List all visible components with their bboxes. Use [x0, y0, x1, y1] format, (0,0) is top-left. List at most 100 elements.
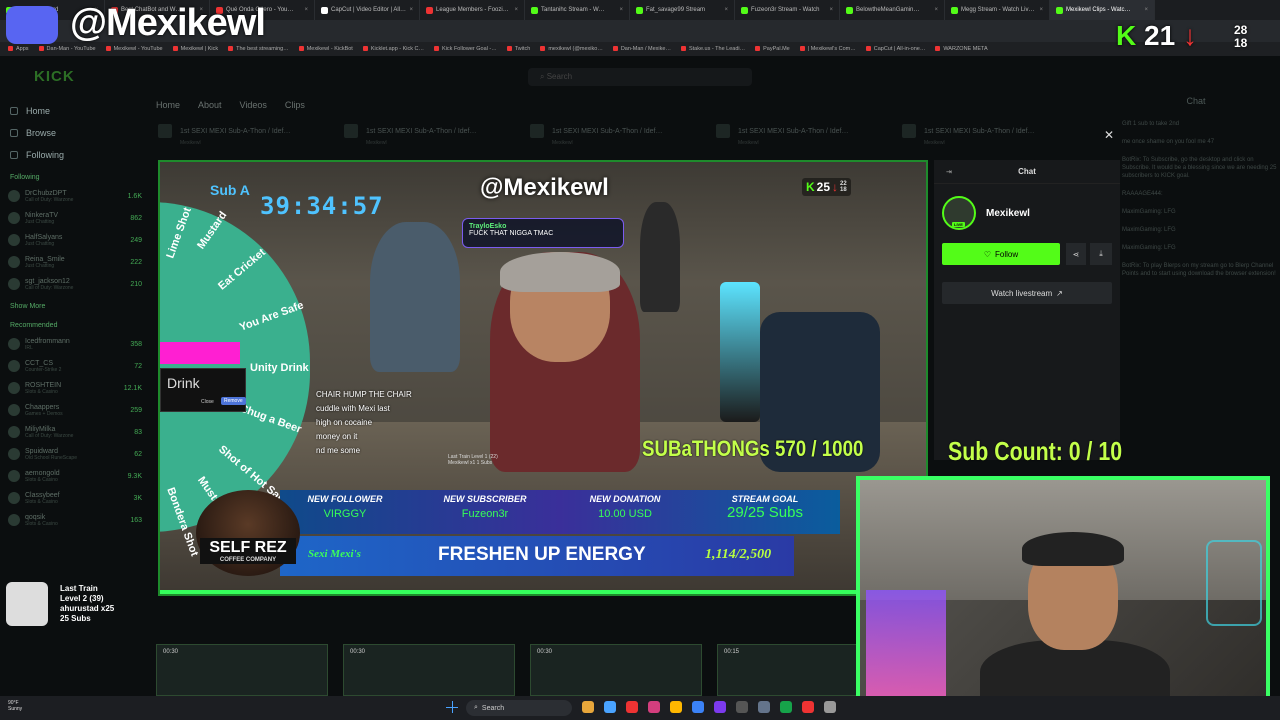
bookmark[interactable]: Kicklet.app - Kick C…: [363, 46, 424, 52]
video-title[interactable]: 1st SEXI MEXI Sub-A-Thon / Idef…: [738, 128, 849, 135]
video-card[interactable]: 1st SEXI MEXI Sub-A-Thon / Idef… Mexikewl: [902, 124, 1082, 160]
video-card[interactable]: 1st SEXI MEXI Sub-A-Thon / Idef… Mexikewl: [530, 124, 710, 160]
tab-home[interactable]: Home: [156, 100, 180, 110]
search-input[interactable]: ⌕ Search: [528, 68, 752, 86]
chrome-icon[interactable]: [692, 701, 704, 713]
close-icon[interactable]: ×: [409, 7, 413, 13]
channel-item[interactable]: DrChubzDPT Call of Duty: Warzone 1.6K: [0, 185, 150, 207]
video-title[interactable]: 1st SEXI MEXI Sub-A-Thon / Idef…: [552, 128, 663, 135]
app-icon[interactable]: [714, 701, 726, 713]
tab-clips[interactable]: Clips: [285, 100, 305, 110]
clip-thumbnail[interactable]: 00:30: [156, 644, 328, 696]
channel-item[interactable]: HalfSalyans Just Chatting 249: [0, 229, 150, 251]
bookmark[interactable]: Mexikewl - YouTube: [106, 46, 163, 52]
bookmark[interactable]: mexikewl (@mexiko…: [540, 46, 602, 52]
close-icon[interactable]: ×: [724, 7, 728, 13]
sidebar-item-following[interactable]: Following: [0, 144, 150, 166]
follow-button[interactable]: ♡ Follow: [942, 243, 1060, 265]
watch-livestream-button[interactable]: Watch livestream ↗: [942, 282, 1112, 304]
channel-item[interactable]: sgt_jackson12 Call of Duty: Warzone 210: [0, 273, 150, 295]
bookmark[interactable]: The best streaming…: [228, 46, 289, 52]
bookmark[interactable]: WARZONE META: [935, 46, 987, 52]
video-thumbnail[interactable]: [530, 124, 544, 138]
tab-videos[interactable]: Videos: [240, 100, 267, 110]
video-thumbnail[interactable]: [716, 124, 730, 138]
share-button[interactable]: ⋖: [1066, 243, 1086, 265]
channel-item[interactable]: qoqsik Slots & Casino 163: [0, 509, 150, 531]
app-icon[interactable]: [780, 701, 792, 713]
channel-item[interactable]: MiliyMilka Call of Duty: Warzone 83: [0, 421, 150, 443]
video-card[interactable]: 1st SEXI MEXI Sub-A-Thon / Idef… Mexikewl: [716, 124, 896, 160]
app-icon[interactable]: [824, 701, 836, 713]
kick-logo[interactable]: KICK: [34, 68, 75, 85]
video-title[interactable]: 1st SEXI MEXI Sub-A-Thon / Idef…: [180, 128, 291, 135]
browser-tab[interactable]: Megg Stream - Watch Liv… ×: [945, 0, 1050, 20]
download-button[interactable]: ⤓: [1090, 243, 1112, 265]
video-title[interactable]: 1st SEXI MEXI Sub-A-Thon / Idef…: [366, 128, 477, 135]
sidebar-item-home[interactable]: Home: [0, 100, 150, 122]
close-icon[interactable]: ✕: [1104, 128, 1114, 142]
channel-item[interactable]: NinkeraTV Just Chatting 862: [0, 207, 150, 229]
close-icon[interactable]: ×: [829, 7, 833, 13]
channel-item[interactable]: Icedfrommann IRL 358: [0, 333, 150, 355]
weather-widget[interactable]: 90°F Sunny: [8, 700, 22, 712]
channel-item[interactable]: Chaappers Games + Demos 259: [0, 399, 150, 421]
bookmark[interactable]: PayPal.Me: [755, 46, 790, 52]
video-thumbnail[interactable]: [902, 124, 916, 138]
music-icon[interactable]: [626, 701, 638, 713]
windows-start-icon[interactable]: [446, 701, 458, 713]
close-icon[interactable]: ×: [1144, 7, 1148, 13]
channel-item[interactable]: Spuidward Old School RuneScape 62: [0, 443, 150, 465]
clip-thumbnail[interactable]: 00:30: [530, 644, 702, 696]
app-icon[interactable]: [758, 701, 770, 713]
bookmark[interactable]: Dan-Man / Mexike…: [613, 46, 671, 52]
folder-icon[interactable]: [670, 701, 682, 713]
bookmark[interactable]: Dan-Man - YouTube: [39, 46, 96, 52]
drink-close-button[interactable]: Close: [201, 399, 214, 405]
bookmark[interactable]: Twitch: [507, 46, 531, 52]
clip-thumbnail[interactable]: 00:30: [343, 644, 515, 696]
close-icon[interactable]: ×: [619, 7, 623, 13]
video-card[interactable]: 1st SEXI MEXI Sub-A-Thon / Idef… Mexikewl: [344, 124, 524, 160]
video-card[interactable]: 1st SEXI MEXI Sub-A-Thon / Idef… Mexikewl: [158, 124, 338, 160]
edge-icon[interactable]: [604, 701, 616, 713]
channel-item[interactable]: ROSHTEIN Slots & Casino 12.1K: [0, 377, 150, 399]
close-icon[interactable]: ×: [304, 7, 308, 13]
channel-item[interactable]: Reina_Smile Just Chatting 222: [0, 251, 150, 273]
bookmark[interactable]: Kick Follower Goal -…: [434, 46, 497, 52]
collapse-icon[interactable]: ⇥: [946, 168, 952, 176]
stream-player[interactable]: Lime Shot Mustard Eat Cricket You Are Safe U…: [158, 160, 928, 596]
video-thumbnail[interactable]: [344, 124, 358, 138]
bookmark[interactable]: CapCut | All-in-one…: [866, 46, 926, 52]
close-icon[interactable]: ×: [934, 7, 938, 13]
app-icon[interactable]: [648, 701, 660, 713]
close-icon[interactable]: ×: [1039, 7, 1043, 13]
tab-about[interactable]: About: [198, 100, 222, 110]
browser-tab[interactable]: Fat_savage99 Stream ×: [630, 0, 735, 20]
browser-tab[interactable]: BelowtheMeanGamin… ×: [840, 0, 945, 20]
show-more-link[interactable]: Show More: [0, 295, 150, 314]
bookmark[interactable]: Mexikewl | Kick: [173, 46, 219, 52]
bookmark[interactable]: Mexikewl - KickBot: [299, 46, 353, 52]
channel-item[interactable]: CCT_CS Counter-Strike 2 72: [0, 355, 150, 377]
sidebar-item-browse[interactable]: Browse: [0, 122, 150, 144]
channel-item[interactable]: aemongold Slots & Casino 9.3K: [0, 465, 150, 487]
browser-tab[interactable]: Fuzeon3r Stream - Watch ×: [735, 0, 840, 20]
channel-item[interactable]: Classybeef Slots & Casino 3K: [0, 487, 150, 509]
drink-remove-button[interactable]: Remove: [221, 397, 246, 405]
bookmark[interactable]: Apps: [8, 46, 29, 52]
browser-tab[interactable]: Tantanihc Stream - W… ×: [525, 0, 630, 20]
video-title[interactable]: 1st SEXI MEXI Sub-A-Thon / Idef…: [924, 128, 1035, 135]
bookmark[interactable]: | Mexikewl's Com…: [800, 46, 856, 52]
app-icon[interactable]: [736, 701, 748, 713]
taskbar-search[interactable]: ⌕ Search: [466, 700, 572, 716]
channel-name[interactable]: Mexikewl: [986, 208, 1030, 219]
browser-tab[interactable]: CapCut | Video Editor | All… ×: [315, 0, 420, 20]
close-icon[interactable]: ×: [514, 7, 518, 13]
video-thumbnail[interactable]: [158, 124, 172, 138]
bookmark[interactable]: Stake.us - The Leadi…: [681, 46, 745, 52]
browser-tab[interactable]: League Members - Foozi… ×: [420, 0, 525, 20]
browser-tab[interactable]: Mexikewl Clips - Watc… ×: [1050, 0, 1155, 20]
app-icon[interactable]: [802, 701, 814, 713]
file-explorer-icon[interactable]: [582, 701, 594, 713]
